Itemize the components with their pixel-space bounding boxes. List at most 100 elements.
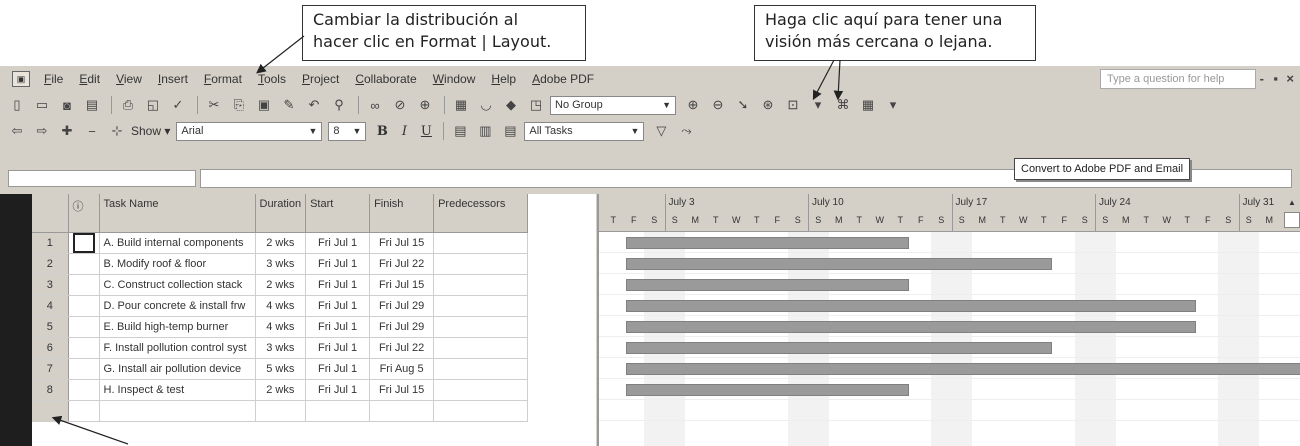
publish-web-icon[interactable]: ◳ bbox=[525, 95, 547, 115]
outdent-icon[interactable]: ⇦ bbox=[6, 121, 28, 141]
hide-subtasks-icon[interactable]: − bbox=[81, 121, 103, 141]
start-cell[interactable]: Fri Jul 1 bbox=[305, 379, 371, 401]
pdf-convert-icon[interactable]: ⌘ bbox=[832, 95, 854, 115]
zoom-out-icon[interactable]: ⊖ bbox=[707, 95, 729, 115]
row-id[interactable]: 2 bbox=[32, 253, 69, 275]
indicator-cell[interactable] bbox=[68, 232, 100, 254]
menu-project[interactable]: Project bbox=[294, 72, 347, 86]
gantt-chart-wizard-icon[interactable]: ⤳ bbox=[675, 121, 697, 141]
menu-window[interactable]: Window bbox=[425, 72, 484, 86]
menu-adobe-pdf[interactable]: Adobe PDF bbox=[524, 72, 602, 86]
task-bar[interactable] bbox=[625, 384, 909, 396]
predecessors-cell[interactable] bbox=[433, 232, 529, 254]
format-painter-icon[interactable]: ✎ bbox=[278, 95, 300, 115]
task-name-cell[interactable]: D. Pour concrete & install frw bbox=[99, 295, 256, 317]
duration-cell[interactable]: 2 wks bbox=[255, 274, 307, 296]
indicator-cell[interactable] bbox=[68, 379, 100, 401]
task-notes-icon[interactable]: ◡ bbox=[475, 95, 497, 115]
row-id[interactable]: 7 bbox=[32, 358, 69, 380]
task-name-header[interactable]: Task Name bbox=[99, 194, 256, 233]
align-right-icon[interactable]: ▤ bbox=[499, 121, 521, 141]
predecessors-cell[interactable] bbox=[433, 400, 529, 422]
task-bar[interactable] bbox=[625, 321, 1196, 333]
task-name-cell[interactable]: G. Install air pollution device bbox=[99, 358, 256, 380]
finish-cell[interactable]: Fri Jul 22 bbox=[369, 253, 435, 275]
finish-cell[interactable]: Fri Jul 29 bbox=[369, 295, 435, 317]
indicator-cell[interactable] bbox=[68, 358, 100, 380]
duration-cell[interactable] bbox=[255, 400, 307, 422]
indicator-cell[interactable] bbox=[68, 295, 100, 317]
duration-cell[interactable]: 3 wks bbox=[255, 253, 307, 275]
link-tasks-icon[interactable]: ∞ bbox=[364, 95, 386, 115]
pdf-options-icon[interactable]: ▾ bbox=[882, 95, 904, 115]
predecessors-cell[interactable] bbox=[433, 253, 529, 275]
finish-cell[interactable]: Fri Jul 15 bbox=[369, 379, 435, 401]
app-icon[interactable]: ▣ bbox=[12, 71, 30, 87]
row-id[interactable]: 1 bbox=[32, 232, 69, 254]
show-icon[interactable]: ⊹ bbox=[106, 121, 128, 141]
table-row[interactable]: 1 A. Build internal components 2 wks Fri… bbox=[32, 232, 529, 254]
task-bar[interactable] bbox=[625, 258, 1052, 270]
row-id[interactable]: 8 bbox=[32, 379, 69, 401]
underline-button[interactable]: U bbox=[416, 121, 436, 141]
spelling-icon[interactable]: ✓ bbox=[167, 95, 189, 115]
start-cell[interactable]: Fri Jul 1 bbox=[305, 358, 371, 380]
menu-edit[interactable]: Edit bbox=[71, 72, 108, 86]
start-cell[interactable]: Fri Jul 1 bbox=[305, 274, 371, 296]
row-id[interactable] bbox=[32, 400, 69, 422]
finish-cell[interactable]: Fri Jul 22 bbox=[369, 337, 435, 359]
task-name-cell[interactable]: C. Construct collection stack bbox=[99, 274, 256, 296]
task-name-cell[interactable]: B. Modify roof & floor bbox=[99, 253, 256, 275]
task-name-cell[interactable]: A. Build internal components bbox=[99, 232, 256, 254]
table-row[interactable]: 3 C. Construct collection stack 2 wks Fr… bbox=[32, 274, 529, 296]
finish-cell[interactable]: Fri Aug 5 bbox=[369, 358, 435, 380]
start-cell[interactable]: Fri Jul 1 bbox=[305, 253, 371, 275]
cut-icon[interactable]: ✂ bbox=[203, 95, 225, 115]
start-header[interactable]: Start bbox=[305, 194, 371, 233]
show-menu-button[interactable]: Show ▾ bbox=[131, 124, 170, 138]
task-name-cell[interactable]: F. Install pollution control syst bbox=[99, 337, 256, 359]
network-diagram-icon[interactable]: ⊡ bbox=[782, 95, 804, 115]
finish-cell[interactable] bbox=[369, 400, 435, 422]
task-bar[interactable] bbox=[625, 300, 1196, 312]
finish-header[interactable]: Finish bbox=[369, 194, 435, 233]
indent-icon[interactable]: ⇨ bbox=[31, 121, 53, 141]
row-id[interactable]: 6 bbox=[32, 337, 69, 359]
autofilter-icon[interactable]: ▽ bbox=[650, 121, 672, 141]
scroll-to-task-icon[interactable]: ➘ bbox=[732, 95, 754, 115]
unlink-tasks-icon[interactable]: ⊘ bbox=[389, 95, 411, 115]
task-bar[interactable] bbox=[625, 279, 909, 291]
copy-picture-icon[interactable]: ⊛ bbox=[757, 95, 779, 115]
start-cell[interactable] bbox=[305, 400, 371, 422]
predecessors-cell[interactable] bbox=[433, 379, 529, 401]
align-left-icon[interactable]: ▤ bbox=[449, 121, 471, 141]
table-row[interactable]: 6 F. Install pollution control syst 3 wk… bbox=[32, 337, 529, 359]
align-center-icon[interactable]: ▥ bbox=[474, 121, 496, 141]
undo-icon[interactable]: ↶ bbox=[303, 95, 325, 115]
toolbar-options-icon[interactable]: ▾ bbox=[807, 95, 829, 115]
indicator-cell[interactable] bbox=[68, 274, 100, 296]
indicator-cell[interactable] bbox=[68, 337, 100, 359]
duration-cell[interactable]: 2 wks bbox=[255, 232, 307, 254]
task-name-cell[interactable]: E. Build high-temp burner bbox=[99, 316, 256, 338]
finish-cell[interactable]: Fri Jul 15 bbox=[369, 232, 435, 254]
restore-icon[interactable]: ▪ bbox=[1273, 71, 1278, 86]
menu-file[interactable]: File bbox=[36, 72, 71, 86]
font-select[interactable]: Arial ▼ bbox=[176, 121, 323, 141]
predecessors-cell[interactable] bbox=[433, 358, 529, 380]
menu-format[interactable]: Format bbox=[196, 72, 250, 86]
table-row[interactable]: 4 D. Pour concrete & install frw 4 wks F… bbox=[32, 295, 529, 317]
print-icon[interactable]: ⎙ bbox=[117, 95, 139, 115]
task-bar[interactable] bbox=[625, 342, 1052, 354]
menu-view[interactable]: View bbox=[108, 72, 150, 86]
row-id[interactable]: 3 bbox=[32, 274, 69, 296]
paste-icon[interactable]: ▣ bbox=[253, 95, 275, 115]
indicator-cell[interactable] bbox=[68, 400, 100, 422]
start-cell[interactable]: Fri Jul 1 bbox=[305, 232, 371, 254]
assign-resources-icon[interactable]: ◆ bbox=[500, 95, 522, 115]
task-bar[interactable] bbox=[625, 237, 909, 249]
new-icon[interactable]: ▯ bbox=[6, 95, 28, 115]
print-preview-icon[interactable]: ◱ bbox=[142, 95, 164, 115]
duration-cell[interactable]: 4 wks bbox=[255, 316, 307, 338]
predecessors-header[interactable]: Predecessors bbox=[433, 194, 529, 233]
